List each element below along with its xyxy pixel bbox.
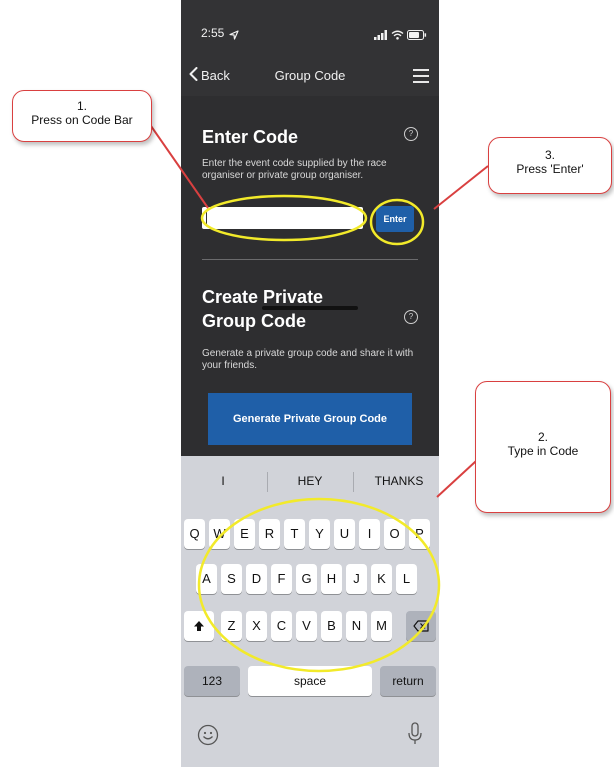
key-q[interactable]: Q — [184, 519, 205, 549]
shift-icon — [193, 620, 205, 635]
hamburger-menu-icon[interactable] — [413, 69, 429, 83]
key-f[interactable]: F — [271, 564, 292, 594]
key-o[interactable]: O — [384, 519, 405, 549]
question-circle-icon[interactable]: ? — [404, 310, 418, 324]
microphone-icon[interactable] — [407, 722, 423, 751]
key-c[interactable]: C — [271, 611, 292, 641]
key-z[interactable]: Z — [221, 611, 242, 641]
enter-code-title: Enter Code — [202, 127, 299, 147]
pointer-line-step3 — [433, 165, 489, 210]
callout-step1-number: 1. — [76, 99, 87, 113]
shift-key[interactable] — [184, 611, 214, 641]
generate-private-code-button[interactable]: Generate Private Group Code — [208, 393, 412, 445]
private-code-description: Generate a private group code and share … — [202, 348, 414, 371]
key-r[interactable]: R — [259, 519, 280, 549]
page-title: Group Code — [274, 68, 346, 83]
question-circle-icon[interactable]: ? — [404, 127, 418, 141]
callout-step1: 1. Press on Code Bar — [12, 90, 152, 142]
suggestion-3[interactable]: THANKS — [369, 474, 429, 488]
status-icons — [374, 27, 427, 45]
key-t[interactable]: T — [284, 519, 305, 549]
key-a[interactable]: A — [196, 564, 217, 594]
key-p[interactable]: P — [409, 519, 430, 549]
key-g[interactable]: G — [296, 564, 317, 594]
key-n[interactable]: N — [346, 611, 367, 641]
enter-button[interactable]: Enter — [376, 206, 414, 232]
suggestion-divider — [267, 472, 268, 492]
key-e[interactable]: E — [234, 519, 255, 549]
callout-step1-text: Press on Code Bar — [31, 113, 133, 127]
key-w[interactable]: W — [209, 519, 230, 549]
return-key[interactable]: return — [380, 666, 436, 696]
key-u[interactable]: U — [334, 519, 355, 549]
key-j[interactable]: J — [346, 564, 367, 594]
emoji-icon[interactable] — [197, 724, 219, 751]
key-s[interactable]: S — [221, 564, 242, 594]
callout-step3: 3. Press 'Enter' — [488, 137, 612, 194]
key-x[interactable]: X — [246, 611, 267, 641]
callout-step2: 2. Type in Code — [475, 381, 611, 513]
phone-screen: 2:55 Back Group Code Enter Code ? Enter … — [181, 0, 439, 767]
main-content: Enter Code ? Enter the event code suppli… — [181, 96, 439, 456]
key-h[interactable]: H — [321, 564, 342, 594]
code-input[interactable] — [202, 207, 363, 229]
enter-code-description: Enter the event code supplied by the rac… — [202, 158, 387, 181]
callout-step3-number: 3. — [544, 148, 555, 162]
backspace-icon — [413, 620, 429, 635]
key-v[interactable]: V — [296, 611, 317, 641]
suggestion-bar: I HEY THANKS — [181, 456, 439, 508]
nav-bar: Back Group Code — [181, 60, 439, 96]
private-code-title-line1: Create Private — [202, 287, 324, 307]
suggestion-divider — [353, 472, 354, 492]
signal-icon — [374, 27, 388, 45]
location-arrow-icon — [229, 27, 239, 45]
battery-icon — [407, 27, 427, 45]
key-l[interactable]: L — [396, 564, 417, 594]
private-code-title-line2: Group Code — [202, 311, 306, 331]
callout-step2-text: Type in Code — [507, 444, 579, 458]
keyboard: I HEY THANKS Q W E R T Y U I O P A S D F… — [181, 456, 439, 767]
key-y[interactable]: Y — [309, 519, 330, 549]
text-cursor — [206, 210, 207, 226]
section-divider — [202, 259, 418, 260]
key-b[interactable]: B — [321, 611, 342, 641]
status-time: 2:55 — [201, 26, 225, 40]
callout-step3-text: Press 'Enter' — [516, 162, 584, 176]
key-m[interactable]: M — [371, 611, 392, 641]
suggestion-2[interactable]: HEY — [285, 474, 335, 488]
numbers-key[interactable]: 123 — [184, 666, 240, 696]
key-d[interactable]: D — [246, 564, 267, 594]
tutorial-screenshot: 2:55 Back Group Code Enter Code ? Enter … — [0, 0, 614, 767]
key-k[interactable]: K — [371, 564, 392, 594]
home-indicator — [262, 306, 358, 310]
status-bar: 2:55 — [181, 0, 439, 60]
callout-step2-number: 2. — [537, 430, 548, 444]
key-i[interactable]: I — [359, 519, 380, 549]
suggestion-1[interactable]: I — [213, 474, 233, 488]
delete-key[interactable] — [406, 611, 436, 641]
wifi-icon — [391, 27, 404, 45]
space-key[interactable]: space — [248, 666, 372, 696]
